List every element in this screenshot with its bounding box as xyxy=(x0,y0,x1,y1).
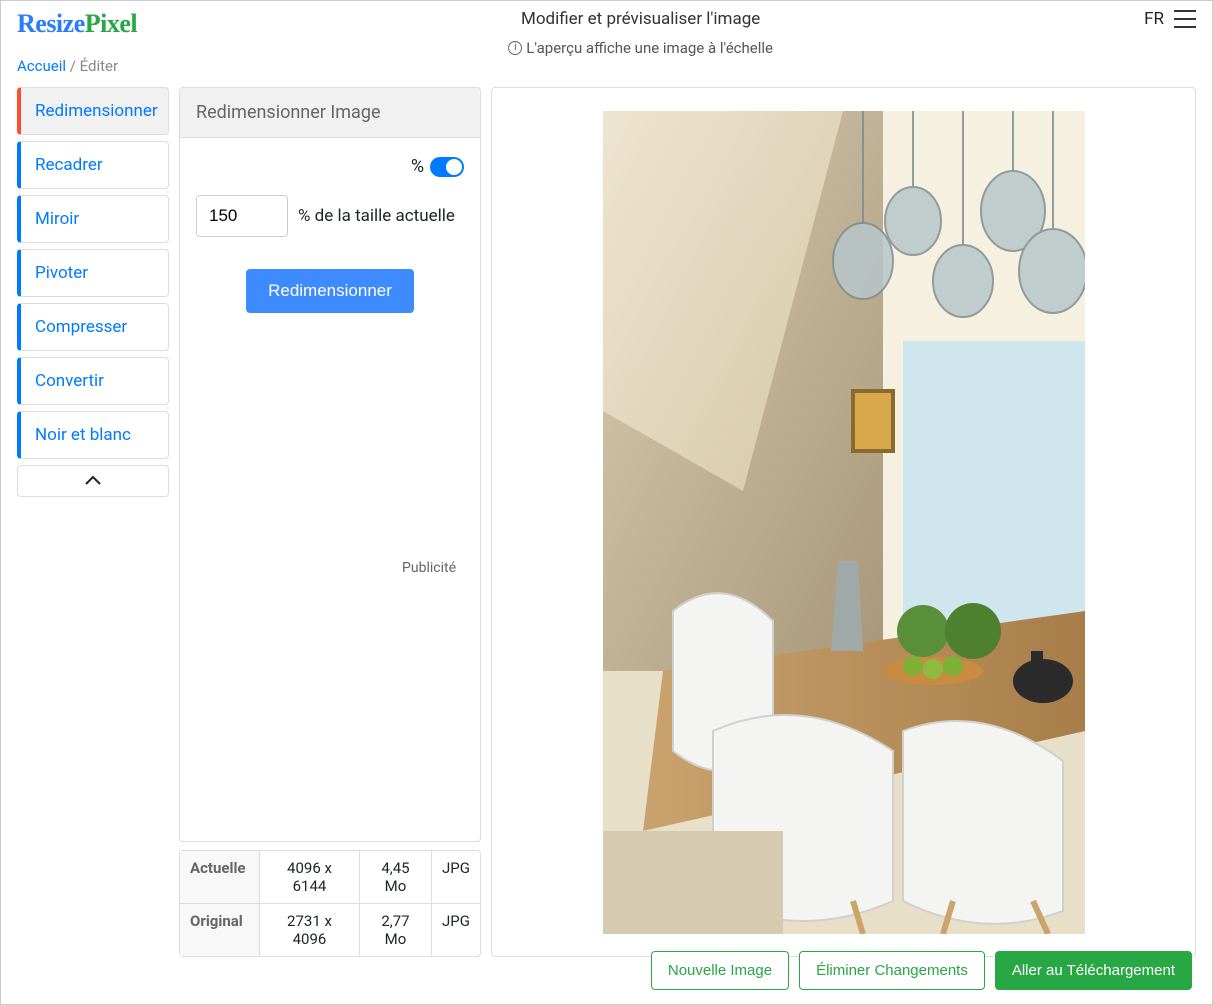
collapse-sidebar-button[interactable] xyxy=(17,465,169,497)
info-icon: i xyxy=(508,41,522,55)
logo[interactable]: ResizePixel xyxy=(17,9,137,39)
info-fmt: JPG xyxy=(432,904,480,956)
info-fmt: JPG xyxy=(432,851,480,903)
sidebar-item-crop[interactable]: Recadrer xyxy=(17,141,169,189)
sidebar-item-mirror[interactable]: Miroir xyxy=(17,195,169,243)
page-subtitle: L'aperçu affiche une image à l'échelle xyxy=(526,39,773,57)
sidebar-item-rotate[interactable]: Pivoter xyxy=(17,249,169,297)
table-row: Original 2731 x 4096 2,77 Mo JPG xyxy=(180,904,480,956)
info-dims: 4096 x 6144 xyxy=(260,851,360,903)
sidebar-item-bw[interactable]: Noir et blanc xyxy=(17,411,169,459)
percent-toggle-label: % xyxy=(411,156,424,177)
preview-image xyxy=(603,111,1085,934)
image-info-table: Actuelle 4096 x 6144 4,45 Mo JPG Origina… xyxy=(179,850,481,957)
ad-label: Publicité xyxy=(196,560,464,576)
breadcrumb-current: Éditer xyxy=(80,57,118,75)
info-label: Original xyxy=(180,904,260,956)
info-label: Actuelle xyxy=(180,851,260,903)
percent-input[interactable] xyxy=(196,195,288,237)
info-size: 4,45 Mo xyxy=(360,851,432,903)
table-row: Actuelle 4096 x 6144 4,45 Mo JPG xyxy=(180,851,480,904)
sidebar-item-convert[interactable]: Convertir xyxy=(17,357,169,405)
breadcrumb-home[interactable]: Accueil xyxy=(17,57,66,75)
image-preview xyxy=(491,87,1196,957)
new-image-button[interactable]: Nouvelle Image xyxy=(651,951,789,990)
info-size: 2,77 Mo xyxy=(360,904,432,956)
logo-part-b: Pixel xyxy=(85,9,137,38)
lang-selector[interactable]: FR xyxy=(1144,9,1164,29)
sidebar-item-compress[interactable]: Compresser xyxy=(17,303,169,351)
hamburger-menu-icon[interactable] xyxy=(1174,10,1196,28)
info-dims: 2731 x 4096 xyxy=(260,904,360,956)
sidebar-item-resize[interactable]: Redimensionner xyxy=(17,87,169,135)
page-title: Modifier et prévisualiser l'image xyxy=(137,9,1144,29)
percent-toggle[interactable] xyxy=(430,157,464,177)
resize-button[interactable]: Redimensionner xyxy=(246,269,414,313)
chevron-up-icon xyxy=(85,476,101,486)
download-button[interactable]: Aller au Téléchargement xyxy=(995,951,1192,990)
logo-part-a: Resize xyxy=(17,9,85,38)
panel-title: Redimensionner Image xyxy=(180,88,480,138)
percent-suffix: % de la taille actuelle xyxy=(298,206,455,226)
sidebar: Redimensionner Recadrer Miroir Pivoter C… xyxy=(17,87,169,957)
breadcrumb: Accueil / Éditer xyxy=(1,57,1212,87)
discard-changes-button[interactable]: Éliminer Changements xyxy=(799,951,985,990)
